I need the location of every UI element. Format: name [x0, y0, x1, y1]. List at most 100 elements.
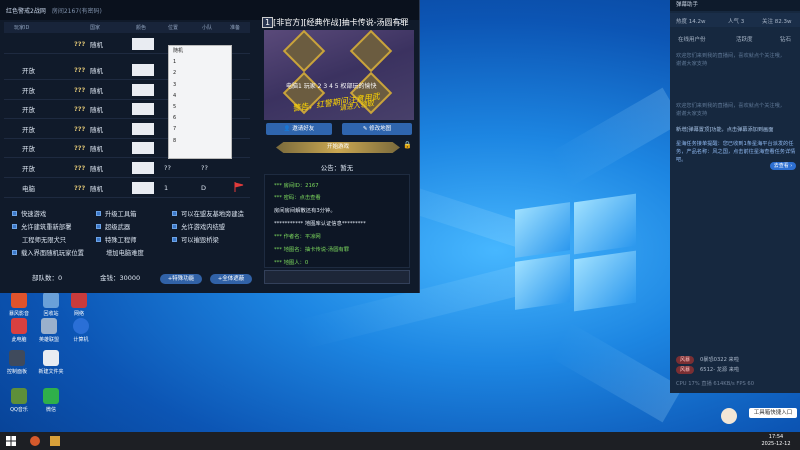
column-header: 位置 — [168, 25, 179, 31]
goto-button[interactable]: 去查看 › — [770, 162, 796, 170]
option-checkbox[interactable]: 快速游戏 — [12, 209, 46, 218]
dropdown-option[interactable]: 5 — [169, 102, 231, 113]
taskbar: 17:54 2025-12-12 — [0, 432, 800, 450]
player-table-header: 玩家ID 国家 颜色 位置 小队 准备 — [4, 22, 250, 33]
desktop-icon[interactable]: 此电脑 — [2, 318, 36, 343]
units-count: 部队数：0 — [32, 274, 63, 282]
danmaku-assistant-panel: 弹幕助手 热度 14.2w 人气 3 关注 82.3w 在线用户份 活跃度 钻石… — [670, 0, 800, 393]
desktop-icon[interactable]: 微信 — [34, 388, 68, 413]
system-message: 欢迎您们来到我的直播间，喜欢就点个关注哦，谢谢大家支持 — [676, 53, 785, 67]
shield-all-button[interactable]: +全体遮蔽 — [210, 274, 252, 284]
announcement: 公告：暂无 — [320, 164, 354, 172]
dropdown-option[interactable]: 随机 — [169, 46, 231, 57]
room-title: 房间2167(有密码) — [51, 7, 102, 15]
desktop-icon[interactable]: 暴风影音 — [2, 292, 36, 317]
column-header: 准备 — [230, 25, 241, 31]
red-flag-icon — [234, 182, 244, 192]
color-box[interactable] — [132, 38, 154, 50]
dropdown-option[interactable]: 3 — [169, 80, 231, 91]
desktop-icon[interactable]: 网络 — [62, 292, 96, 317]
color-box[interactable] — [132, 182, 154, 194]
windows-start-icon[interactable] — [6, 436, 16, 446]
lock-icon: 🔒 — [403, 141, 412, 149]
option-checkbox[interactable]: 升级工具箱 — [96, 209, 136, 218]
color-box[interactable] — [132, 162, 154, 174]
special-functions-button[interactable]: +特殊功能 — [160, 274, 202, 284]
map-label: 电脑1 玩家 2 3 4 5 权部玩的愉快 — [286, 83, 377, 90]
desktop-icon[interactable]: 控制面板 — [0, 350, 34, 375]
start-game-button[interactable]: 开始游戏 — [276, 142, 400, 153]
desktop-icon[interactable]: 计算机 — [64, 318, 98, 343]
position-dropdown[interactable]: 随机 1 2 3 4 5 6 7 8 — [168, 45, 232, 159]
app-icon[interactable] — [50, 436, 60, 446]
system-message: 欢迎您们来到我的直播间，喜欢就点个关注哦，谢谢大家支持 — [676, 103, 785, 117]
entry-text: 0暴恐0322 来啦 — [700, 357, 739, 363]
app-title: 红色警戒2战网 — [6, 7, 46, 15]
badge: 风暴 — [676, 366, 694, 374]
desktop-icon[interactable]: 新建文件夹 — [34, 350, 68, 375]
option-checkbox[interactable]: 可以在盟友基地旁建造 — [172, 209, 244, 218]
dropdown-option[interactable]: 2 — [169, 68, 231, 79]
map-panel: 1 [非官方][经典作战]抽卡传说-汤圆有罪 ⮌ 电脑1 玩家 2 3 4 5 权… — [262, 14, 415, 287]
chat-input[interactable] — [264, 270, 410, 284]
option-checkbox[interactable]: 允许建筑重新部署 — [12, 222, 71, 231]
log-line: *** 房间ID：2167 — [274, 183, 319, 189]
clock[interactable]: 17:54 2025-12-12 — [756, 434, 796, 448]
toolbox-popup[interactable]: 工具箱快捷入口 — [721, 402, 800, 426]
windows-logo — [495, 178, 645, 328]
player-row[interactable]: 电脑??? 随机 1 D — [4, 178, 250, 198]
color-box[interactable] — [132, 142, 154, 154]
status-text: CPU 17% 直播 614KB/s FPS 60 — [676, 381, 755, 387]
dropdown-option[interactable]: 1 — [169, 57, 231, 68]
option-checkbox[interactable]: 增加电脑难度 — [106, 248, 144, 257]
assistant-title: 弹幕助手 — [670, 0, 800, 11]
log-line: *** 密码：点击查看 — [274, 195, 321, 201]
color-box[interactable] — [132, 103, 154, 115]
log-line: *** 作者名：平凉网 — [274, 234, 321, 240]
map-preview[interactable]: 电脑1 玩家 2 3 4 5 权部玩的愉快 警告，红警期间注意用武 请进入领取 — [264, 30, 414, 120]
column-header: 小队 — [202, 25, 213, 31]
column-header: 玩家ID — [14, 25, 30, 31]
desktop-icon[interactable]: 英雄联盟 — [32, 318, 66, 343]
tab[interactable]: 在线用户份 — [678, 35, 706, 43]
log-line: *** 地图名：抽卡传说-汤圆有罪 — [274, 247, 350, 253]
system-message: 星海任务接单提醒：您已收到1条星海平台派发的任务，产品名称：风之国，点击前往星海… — [676, 141, 796, 163]
log-line: 房间房间解散还有3分钟。 — [274, 208, 336, 214]
invite-friends-button[interactable]: 👤 邀请好友 — [266, 123, 332, 135]
money-value: 金钱：30000 — [100, 274, 141, 282]
change-map-button[interactable]: ✎ 修改地图 — [342, 123, 412, 135]
desktop-icon[interactable]: QQ音乐 — [2, 388, 36, 413]
dropdown-option[interactable]: 6 — [169, 113, 231, 124]
badge: 风暴 — [676, 356, 694, 364]
column-header: 颜色 — [136, 25, 147, 31]
option-checkbox[interactable]: 可以摧毁桥梁 — [172, 235, 219, 244]
avatar — [721, 408, 737, 424]
color-box[interactable] — [132, 64, 154, 76]
option-checkbox[interactable]: 允许游戏内结盟 — [172, 222, 225, 231]
person-icon: 👤 — [283, 126, 293, 132]
tab[interactable]: 活跃度 — [736, 35, 753, 43]
chat-log: *** 房间ID：2167 *** 密码：点击查看 房间房间解散还有3分钟。 *… — [264, 174, 410, 268]
dropdown-option[interactable]: 4 — [169, 91, 231, 102]
color-box[interactable] — [132, 84, 154, 96]
color-box[interactable] — [132, 123, 154, 135]
option-checkbox[interactable]: 特殊工程师 — [96, 235, 136, 244]
tab[interactable]: 钻石 — [780, 35, 791, 43]
log-line: *** 地图人：0 — [274, 260, 309, 266]
system-message: 新增[弹幕置顶]功能，点击弹幕添加到画面 — [676, 127, 774, 133]
option-checkbox[interactable]: 工程师无限犬只 — [22, 235, 66, 244]
dropdown-option[interactable]: 8 — [169, 136, 231, 147]
option-checkbox[interactable]: 超级武器 — [96, 222, 130, 231]
back-arrow-icon[interactable]: ⮌ — [395, 14, 402, 30]
log-line: *********** 地图库认证信息********* — [274, 221, 366, 227]
app-icon[interactable] — [30, 436, 40, 446]
game-lobby-window: 红色警戒2战网 房间2167(有密码) 玩家ID 国家 颜色 位置 小队 准备 … — [0, 0, 420, 293]
column-header: 国家 — [90, 25, 101, 31]
player-row[interactable]: 开放??? 随机???? — [4, 158, 250, 178]
dropdown-option[interactable]: 7 — [169, 124, 231, 135]
stats-bar: 热度 14.2w 人气 3 关注 82.3w — [670, 13, 800, 27]
map-title: 1 [非官方][经典作战]抽卡传说-汤圆有罪 — [262, 17, 408, 28]
entry-text: 6512- 龙源 来啦 — [700, 367, 740, 373]
assistant-tabs: 在线用户份 活跃度 钻石 — [670, 33, 800, 45]
option-checkbox[interactable]: 载入界面随机玩家位置 — [12, 248, 84, 257]
